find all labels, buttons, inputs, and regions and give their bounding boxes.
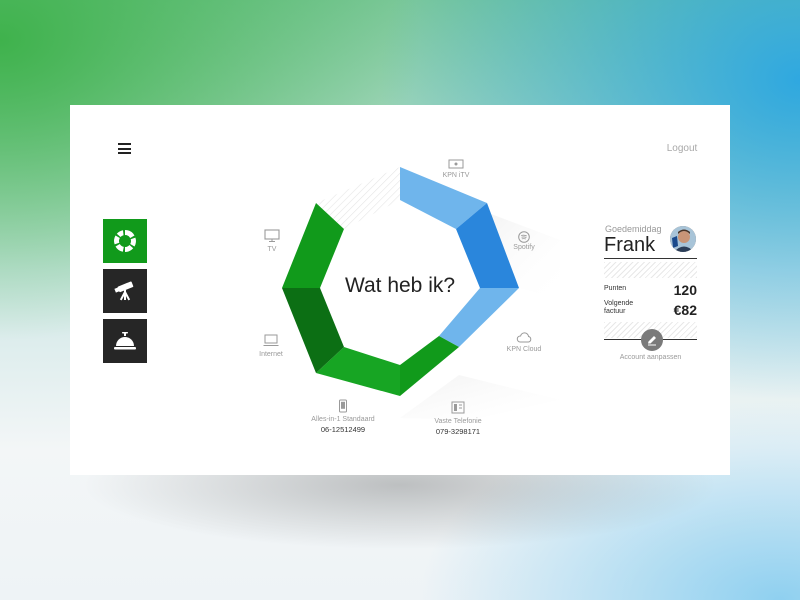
service-label-internet[interactable]: Internet <box>259 351 283 358</box>
cloud-icon <box>516 332 532 343</box>
service-label-tv[interactable]: TV <box>268 246 277 253</box>
service-number-vaste-telefonie: 079-3298171 <box>435 427 481 436</box>
landline-phone-icon <box>451 401 465 414</box>
service-label-kpn-cloud[interactable]: KPN Cloud <box>507 346 542 353</box>
pencil-icon <box>648 336 656 346</box>
avatar[interactable] <box>670 226 696 252</box>
spotify-icon <box>518 231 530 243</box>
mobile-phone-icon <box>339 399 347 413</box>
avatar-image <box>670 226 696 252</box>
service-wheel <box>282 167 560 420</box>
wheel-shadow <box>400 375 560 420</box>
invoice-value: €82 <box>673 302 697 318</box>
service-label-kpn-itv[interactable]: KPN iTV <box>443 172 470 179</box>
points-label: Punten <box>604 285 627 292</box>
user-name: Frank <box>604 234 656 256</box>
service-label-vaste-telefonie[interactable]: Vaste Telefonie <box>434 418 481 425</box>
points-value: 120 <box>673 282 697 298</box>
service-label-alles-in-1[interactable]: Alles-in-1 Standaard <box>311 416 374 423</box>
monitor-icon <box>264 229 280 242</box>
invoice-label-line2: factuur <box>604 308 626 315</box>
account-edit-link[interactable]: Account aanpassen <box>604 354 697 361</box>
greeting-text: Goedemiddag <box>605 224 662 234</box>
tv-box-icon <box>448 159 464 169</box>
laptop-icon <box>263 334 279 346</box>
service-number-alles-in-1: 06-12512499 <box>320 425 366 434</box>
wheel-title: Wat heb ik? <box>344 274 456 297</box>
service-label-spotify[interactable]: Spotify <box>513 244 534 251</box>
hatch-divider <box>604 262 697 278</box>
invoice-label-line1: Volgende <box>604 300 634 307</box>
name-underline <box>604 258 697 259</box>
edit-account-button[interactable] <box>641 329 663 351</box>
